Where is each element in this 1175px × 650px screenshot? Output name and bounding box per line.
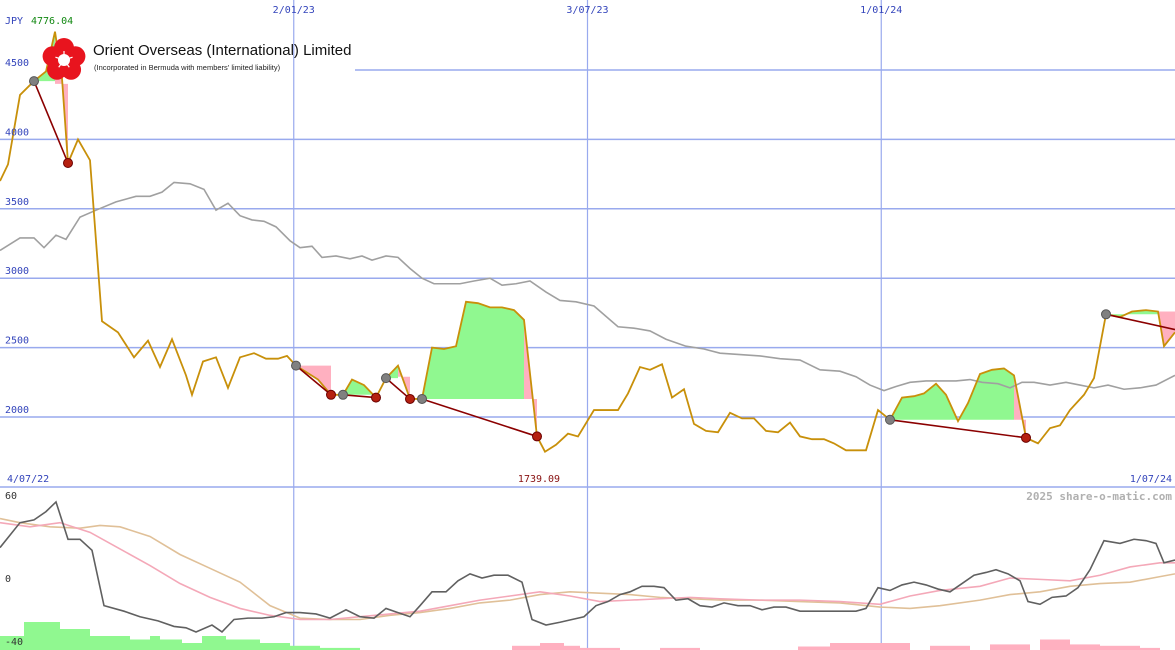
high-value-label: 4776.04 [31,16,73,27]
osc-tick-label: 60 [5,491,17,502]
osc-histogram-bar [990,644,1030,650]
osc-histogram-bar [24,622,60,650]
x-tick-label: 1/07/24 [1130,474,1172,485]
y-tick-label: 2000 [5,405,29,416]
price-markers [29,76,1111,443]
currency-label: JPY [5,16,23,27]
y-tick-label: 4000 [5,127,29,138]
company-subtitle: (Incorporated in Bermuda with members' l… [94,63,281,72]
watermark: 2025 share-o-matic.com [1026,490,1172,503]
osc-histogram-bar [870,643,910,650]
gain-region [422,301,524,399]
osc-histogram-bar [798,646,830,650]
osc-histogram-bar [512,645,540,650]
osc-histogram-bar [1100,645,1140,650]
title-block: Orient Overseas (International) Limited … [40,36,351,89]
osc-histogram-bar [182,643,202,650]
low-value-label: 1739.09 [518,474,560,485]
gain-region [890,368,1014,422]
osc-histogram-bar [150,636,160,650]
low-marker [63,157,73,168]
osc-histogram-bar [226,639,260,650]
plum-blossom-logo [42,38,86,80]
high-marker [1101,309,1111,320]
osc-histogram-bar [564,645,580,650]
osc-histogram-bar [60,629,90,650]
osc-histogram-bar [1040,639,1070,650]
osc-histogram-bar [1070,644,1100,650]
osc-tick-label: 0 [5,574,11,585]
osc-histogram-bar [160,639,182,650]
osc-histogram-bar [90,636,130,650]
osc-histogram-bar [130,639,150,650]
low-marker [532,431,542,442]
low-marker [405,393,415,404]
high-marker [885,414,895,425]
company-name: Orient Overseas (International) Limited [93,42,352,59]
high-marker [291,360,301,371]
shaded-regions [34,31,1175,438]
high-marker [29,76,39,87]
high-marker [381,373,391,384]
osc-histogram-bar [260,643,290,650]
osc-histogram-bar [830,643,870,650]
x-tick-label: 1/01/24 [860,5,902,16]
x-tick-label: 3/07/23 [566,5,608,16]
osc-histogram-bar [540,643,564,650]
y-tick-label: 3500 [5,197,29,208]
x-tick-label: 4/07/22 [7,474,49,485]
x-tick-label: 2/01/23 [273,5,315,16]
high-marker [338,389,348,400]
osc-histogram-bar [930,645,970,650]
y-tick-label: 4500 [5,58,29,69]
high-marker [417,393,427,404]
low-marker [1021,432,1031,443]
osc-histogram-bar [290,645,320,650]
y-tick-label: 3000 [5,266,29,277]
y-tick-label: 2500 [5,336,29,347]
low-marker [326,389,336,400]
osc-tick-label: -40 [5,637,23,648]
price-chart: 2000 2500 3000 3500 4000 4500 4/07/22 2/01/23 3/… [0,0,1175,650]
low-marker [371,392,381,403]
axis-labels: 2000 2500 3000 3500 4000 4500 4/07/22 2/01/23 3/… [5,5,1172,648]
osc-histogram-bar [202,636,226,650]
